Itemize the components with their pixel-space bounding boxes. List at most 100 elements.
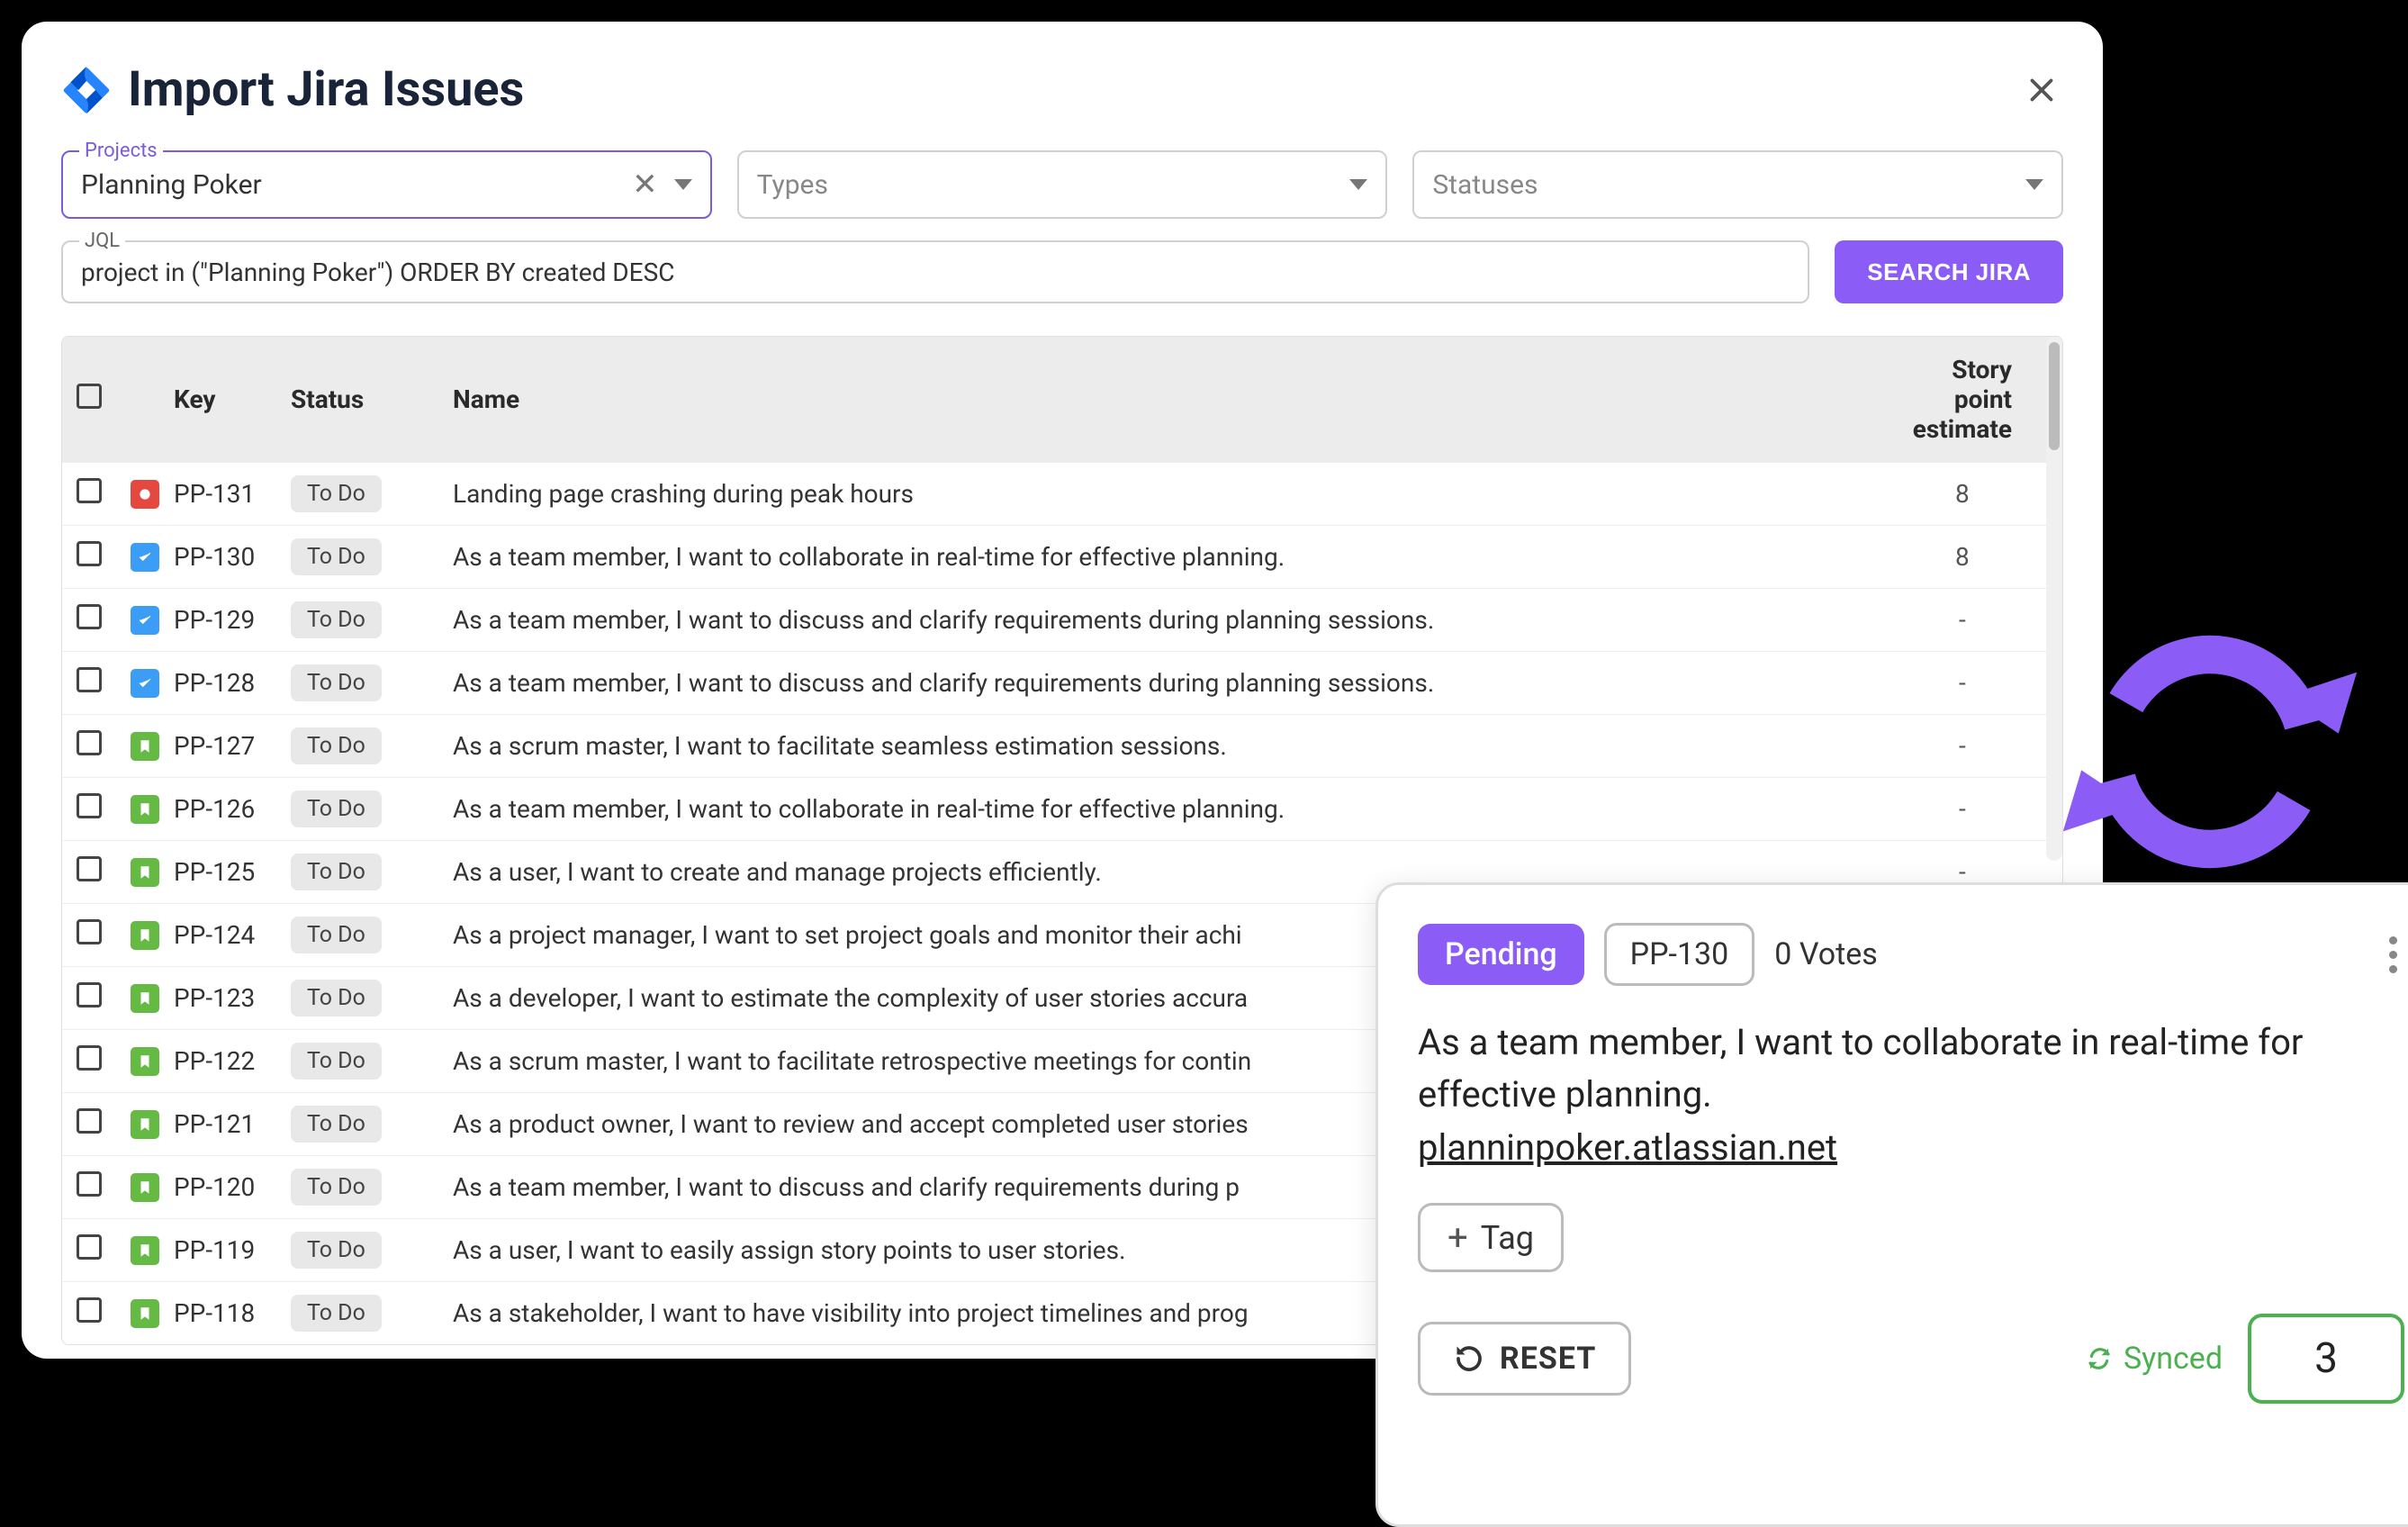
status-pill: To Do — [291, 538, 382, 575]
table-row[interactable]: PP-129To DoAs a team member, I want to d… — [62, 589, 2062, 652]
card-link[interactable]: planninpoker.atlassian.net — [1418, 1126, 2404, 1169]
row-checkbox[interactable] — [77, 1171, 102, 1197]
issue-name: As a team member, I want to discuss and … — [438, 652, 1898, 715]
issue-key[interactable]: PP-118 — [174, 1298, 255, 1328]
table-row[interactable]: PP-128 To Do As a team member, I want to d… — [62, 652, 2062, 715]
statuses-placeholder: Statuses — [1432, 169, 2025, 201]
close-button[interactable] — [2020, 68, 2063, 112]
status-badge: Pending — [1418, 924, 1584, 985]
synced-label: Synced — [2124, 1341, 2223, 1377]
col-key: Key — [159, 337, 276, 463]
row-checkbox[interactable] — [77, 982, 102, 1007]
modal-title: Import Jira Issues — [128, 61, 2004, 118]
reset-button[interactable]: RESET — [1418, 1322, 1631, 1396]
chevron-down-icon[interactable] — [1349, 179, 1367, 190]
kebab-dot-icon — [2389, 951, 2397, 959]
row-checkbox[interactable] — [77, 1108, 102, 1134]
row-checkbox[interactable] — [77, 919, 102, 944]
reset-icon — [1453, 1342, 1485, 1375]
table-row[interactable]: PP-127To DoAs a scrum master, I want to … — [62, 715, 2062, 778]
row-checkbox[interactable] — [77, 793, 102, 818]
story-icon — [131, 1236, 159, 1265]
kebab-dot-icon — [2389, 965, 2397, 973]
row-checkbox[interactable] — [77, 478, 102, 503]
issue-key[interactable]: PP-124 — [174, 920, 255, 950]
story-icon — [131, 1047, 159, 1076]
chevron-down-icon[interactable] — [2025, 179, 2043, 190]
row-checkbox[interactable] — [77, 856, 102, 881]
add-tag-button[interactable]: + Tag — [1418, 1203, 1564, 1272]
status-pill: To Do — [291, 980, 382, 1016]
status-pill: To Do — [291, 854, 382, 890]
row-checkbox[interactable] — [77, 1045, 102, 1071]
story-icon — [131, 984, 159, 1013]
types-select[interactable]: Types — [737, 150, 1388, 219]
card-top-row: Pending PP-130 0 Votes — [1418, 923, 2404, 986]
issue-key[interactable]: PP-128 — [174, 668, 255, 698]
scrollbar-thumb[interactable] — [2049, 342, 2060, 450]
status-pill: To Do — [291, 1295, 382, 1332]
issue-key[interactable]: PP-125 — [174, 857, 255, 887]
score-box[interactable]: 3 — [2248, 1314, 2404, 1404]
row-checkbox[interactable] — [77, 667, 102, 692]
row-checkbox[interactable] — [77, 541, 102, 566]
story-points: 8 — [1898, 463, 2062, 526]
issue-key[interactable]: PP-127 — [174, 731, 255, 761]
issue-key[interactable]: PP-121 — [174, 1109, 255, 1139]
row-checkbox[interactable] — [77, 1234, 102, 1260]
task-icon — [131, 669, 159, 698]
task-icon — [131, 543, 159, 572]
story-points: - — [1898, 589, 2062, 652]
status-pill: To Do — [291, 664, 382, 701]
card-menu-button[interactable] — [2382, 929, 2404, 980]
row-checkbox[interactable] — [77, 1297, 102, 1323]
issue-key[interactable]: PP-129 — [174, 605, 255, 635]
projects-select[interactable]: Projects Planning Poker ✕ — [61, 150, 712, 219]
card-bottom-row: RESET Synced 3 — [1418, 1314, 2404, 1404]
table-row[interactable]: PP-126 To Do As a team member, I want to c… — [62, 778, 2062, 841]
story-icon — [131, 1299, 159, 1328]
row-checkbox[interactable] — [77, 604, 102, 629]
story-icon — [131, 921, 159, 950]
status-pill: To Do — [291, 1169, 382, 1206]
issue-key[interactable]: PP-122 — [174, 1046, 255, 1076]
story-points: - — [1898, 652, 2062, 715]
clear-projects-icon[interactable]: ✕ — [632, 167, 658, 203]
synced-indicator: Synced — [2086, 1341, 2223, 1377]
issue-key-badge[interactable]: PP-130 — [1604, 923, 1755, 986]
sync-icon — [2057, 599, 2363, 905]
issue-name: As a team member, I want to collaborate … — [438, 778, 1898, 841]
issue-key[interactable]: PP-126 — [174, 794, 255, 824]
select-all-checkbox[interactable] — [77, 384, 102, 409]
chevron-down-icon[interactable] — [674, 179, 692, 190]
issue-key[interactable]: PP-120 — [174, 1172, 255, 1202]
issue-key[interactable]: PP-131 — [174, 479, 255, 509]
issue-key[interactable]: PP-130 — [174, 542, 255, 572]
row-checkbox[interactable] — [77, 730, 102, 755]
status-pill: To Do — [291, 1106, 382, 1143]
story-points: 8 — [1898, 526, 2062, 589]
issue-name: As a team member, I want to collaborate … — [438, 526, 1898, 589]
table-row[interactable]: PP-131To DoLanding page crashing during … — [62, 463, 2062, 526]
issue-key[interactable]: PP-119 — [174, 1235, 255, 1265]
search-jira-button[interactable]: SEARCH JIRA — [1835, 240, 2063, 303]
projects-value: Planning Poker — [81, 169, 632, 201]
col-sp: Story point estimate — [1898, 337, 2062, 463]
story-icon — [131, 858, 159, 887]
task-icon — [131, 606, 159, 635]
status-pill: To Do — [291, 917, 382, 953]
jql-input[interactable]: JQL project in ("Planning Poker") ORDER … — [61, 240, 1809, 303]
table-row[interactable]: PP-130 To Do As a team member, I want to c… — [62, 526, 2062, 589]
statuses-select[interactable]: Statuses — [1412, 150, 2063, 219]
status-pill: To Do — [291, 791, 382, 827]
modal-header: Import Jira Issues — [61, 61, 2063, 118]
reset-label: RESET — [1500, 1341, 1596, 1377]
projects-label: Projects — [79, 140, 163, 162]
col-status: Status — [276, 337, 438, 463]
issue-name: As a scrum master, I want to facilitate … — [438, 715, 1898, 778]
story-icon — [131, 1173, 159, 1202]
story-icon — [131, 1110, 159, 1139]
issue-key[interactable]: PP-123 — [174, 983, 255, 1013]
story-icon — [131, 795, 159, 824]
story-points: - — [1898, 715, 2062, 778]
